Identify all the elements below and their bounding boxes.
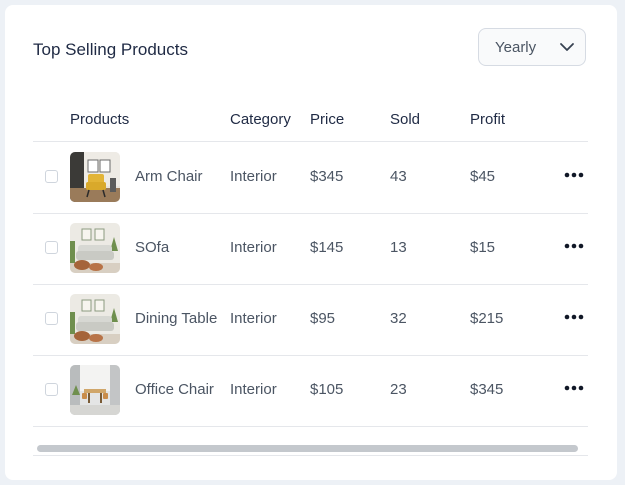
product-price: $145 xyxy=(310,239,344,256)
more-options-icon[interactable] xyxy=(563,239,585,253)
top-selling-products-card: Top Selling Products Yearly Products Cat… xyxy=(5,5,617,480)
product-profit: $215 xyxy=(470,310,504,327)
table-header-row: Products Category Price Sold Profit xyxy=(33,99,588,142)
product-category: Interior xyxy=(230,239,277,256)
sofa-photo xyxy=(70,223,120,273)
row-checkbox[interactable] xyxy=(45,241,58,254)
card-title: Top Selling Products xyxy=(33,40,188,59)
scrollbar-thumb[interactable] xyxy=(37,445,578,452)
period-dropdown-value: Yearly xyxy=(495,39,537,56)
product-category: Interior xyxy=(230,168,277,185)
row-checkbox[interactable] xyxy=(45,170,58,183)
column-header-sold[interactable]: Sold xyxy=(390,111,420,129)
product-name: Office Chair xyxy=(135,381,214,398)
column-header-products[interactable]: Products xyxy=(70,111,129,129)
product-sold: 13 xyxy=(390,239,407,256)
column-header-price[interactable]: Price xyxy=(310,111,344,129)
product-category: Interior xyxy=(230,310,277,327)
product-price: $345 xyxy=(310,168,344,185)
product-sold: 43 xyxy=(390,168,407,185)
column-header-category[interactable]: Category xyxy=(230,111,291,129)
period-dropdown[interactable]: Yearly xyxy=(478,28,586,66)
product-sold: 23 xyxy=(390,381,407,398)
table-row: Office Chair Interior $105 23 $345 xyxy=(33,355,588,427)
more-options-icon[interactable] xyxy=(563,168,585,182)
arm-chair-photo xyxy=(70,152,120,202)
table-row: Dining Table Interior $95 32 $215 xyxy=(33,284,588,356)
product-price: $95 xyxy=(310,310,336,327)
row-checkbox[interactable] xyxy=(45,383,58,396)
horizontal-scrollbar[interactable] xyxy=(33,441,588,456)
product-profit: $45 xyxy=(470,168,496,185)
product-name: Arm Chair xyxy=(135,168,203,185)
product-name: SOfa xyxy=(135,239,170,256)
more-options-icon[interactable] xyxy=(563,310,585,324)
column-header-profit[interactable]: Profit xyxy=(470,111,505,129)
sofa-photo xyxy=(70,294,120,344)
office-photo xyxy=(70,365,120,415)
chevron-down-icon xyxy=(560,43,574,51)
more-options-icon[interactable] xyxy=(563,381,585,395)
product-category: Interior xyxy=(230,381,277,398)
product-name: Dining Table xyxy=(135,310,218,327)
row-checkbox[interactable] xyxy=(45,312,58,325)
table-row: SOfa Interior $145 13 $15 xyxy=(33,213,588,285)
table-row: Arm Chair Interior $345 43 $45 xyxy=(33,142,588,214)
products-table: Products Category Price Sold Profit Arm … xyxy=(33,99,588,440)
product-sold: 32 xyxy=(390,310,407,327)
product-profit: $345 xyxy=(470,381,504,398)
product-price: $105 xyxy=(310,381,344,398)
product-profit: $15 xyxy=(470,239,496,256)
